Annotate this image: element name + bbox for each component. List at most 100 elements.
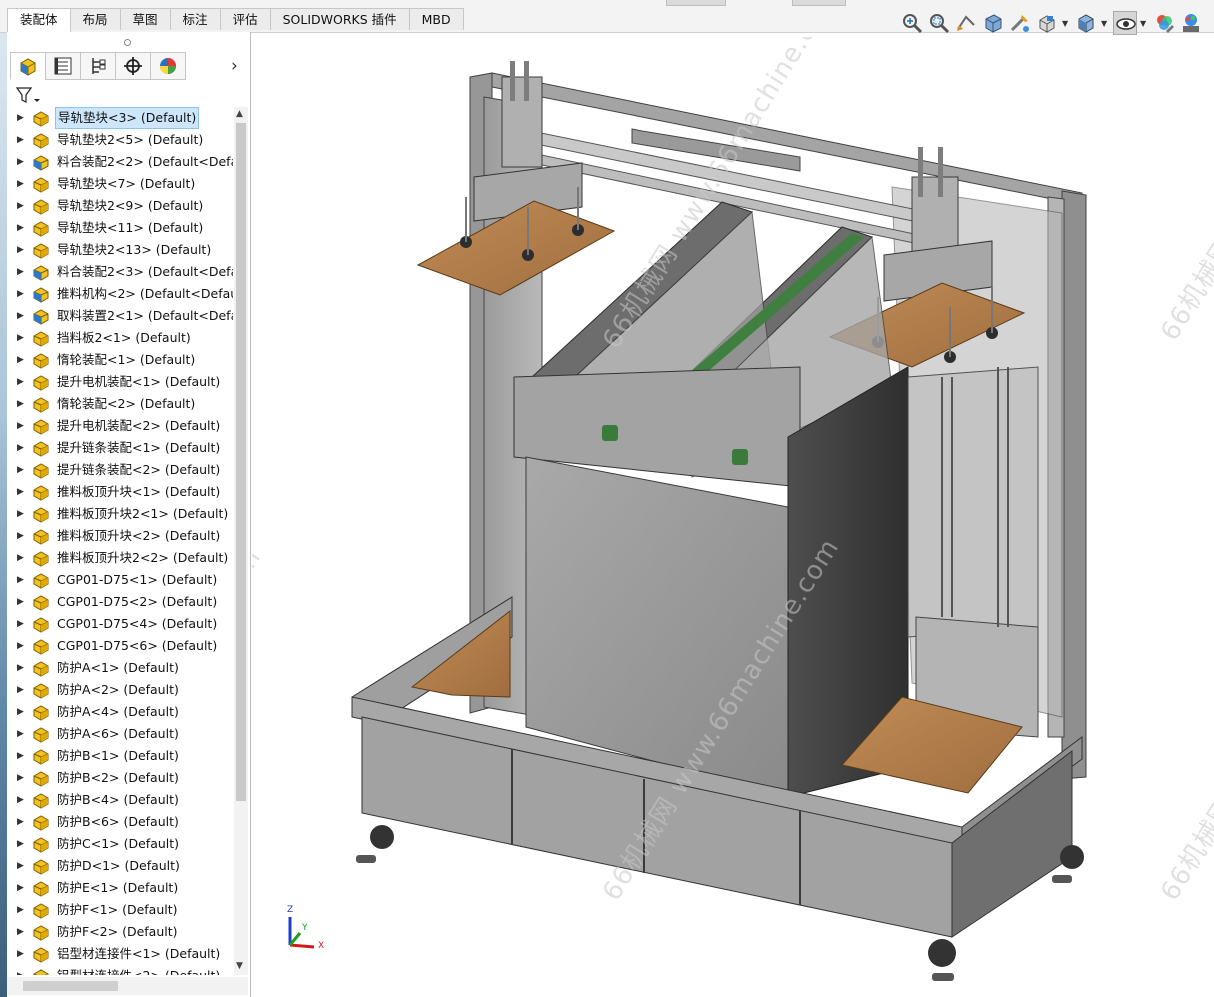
tree-item[interactable]: ▶ 推料板顶升块<1> (Default) <box>7 481 233 503</box>
expand-arrow-icon[interactable]: ▶ <box>17 921 24 943</box>
expand-arrow-icon[interactable]: ▶ <box>17 855 24 877</box>
tree-item[interactable]: ▶ 料合装配2<2> (Default<Defaul <box>7 151 233 173</box>
tree-item[interactable]: ▶ 惰轮装配<2> (Default) <box>7 393 233 415</box>
tree-item[interactable]: ▶ 导轨垫块<7> (Default) <box>7 173 233 195</box>
tree-item[interactable]: ▶ 防护B<2> (Default) <box>7 767 233 789</box>
tree-item[interactable]: ▶ 铝型材连接件<2> (Default) <box>7 965 233 975</box>
tab-3[interactable]: 标注 <box>169 8 221 30</box>
scrollbar-thumb[interactable] <box>236 123 246 801</box>
display-manager-icon[interactable] <box>150 52 186 80</box>
zoom-to-fit-icon[interactable] <box>900 11 924 35</box>
tree-item[interactable]: ▶ 防护A<4> (Default) <box>7 701 233 723</box>
expand-arrow-icon[interactable]: ▶ <box>17 283 24 305</box>
view-orientation-icon[interactable] <box>1035 11 1059 35</box>
expand-arrow-icon[interactable]: ▶ <box>17 899 24 921</box>
expand-arrow-icon[interactable]: ▶ <box>17 833 24 855</box>
expand-arrow-icon[interactable]: ▶ <box>17 173 24 195</box>
scroll-up-icon[interactable]: ▲ <box>236 109 243 119</box>
expand-arrow-icon[interactable]: ▶ <box>17 943 24 965</box>
tree-item[interactable]: ▶ 推料板顶升块2<2> (Default) <box>7 547 233 569</box>
chevron-down-icon[interactable]: ▼ <box>1062 19 1072 28</box>
chevron-right-icon[interactable]: › <box>231 56 238 76</box>
tab-5[interactable]: SOLIDWORKS 插件 <box>269 8 410 30</box>
zoom-to-area-icon[interactable] <box>927 11 951 35</box>
panel-splitter-handle[interactable] <box>124 39 131 46</box>
apply-scene-icon[interactable] <box>1179 11 1203 35</box>
expand-arrow-icon[interactable]: ▶ <box>17 613 24 635</box>
graphics-area[interactable]: 66机械网 www.66machine.com 66机械网 www.66mach… <box>252 37 1214 997</box>
expand-arrow-icon[interactable]: ▶ <box>17 503 24 525</box>
expand-arrow-icon[interactable]: ▶ <box>17 349 24 371</box>
expand-arrow-icon[interactable]: ▶ <box>17 547 24 569</box>
tree-item[interactable]: ▶ 推料机构<2> (Default<Default_ <box>7 283 233 305</box>
tree-item[interactable]: ▶ 导轨垫块2<13> (Default) <box>7 239 233 261</box>
chevron-down-icon[interactable]: ▼ <box>1140 19 1150 28</box>
tree-item[interactable]: ▶ 提升电机装配<2> (Default) <box>7 415 233 437</box>
feature-manager-icon[interactable] <box>10 52 46 80</box>
configuration-manager-icon[interactable] <box>80 52 116 80</box>
tab-4[interactable]: 评估 <box>219 8 271 30</box>
expand-arrow-icon[interactable]: ▶ <box>17 393 24 415</box>
tree-item[interactable]: ▶ 推料板顶升块<2> (Default) <box>7 525 233 547</box>
tree-item[interactable]: ▶ 防护C<1> (Default) <box>7 833 233 855</box>
expand-arrow-icon[interactable]: ▶ <box>17 525 24 547</box>
tree-item[interactable]: ▶ 推料板顶升块2<1> (Default) <box>7 503 233 525</box>
tree-item[interactable]: ▶ 导轨垫块<3> (Default) <box>7 107 233 129</box>
tree-item[interactable]: ▶ 防护A<6> (Default) <box>7 723 233 745</box>
tree-item[interactable]: ▶ 防护A<1> (Default) <box>7 657 233 679</box>
display-style-icon[interactable] <box>1074 11 1098 35</box>
tab-2[interactable]: 草图 <box>119 8 171 30</box>
previous-view-icon[interactable] <box>954 11 978 35</box>
tab-6[interactable]: MBD <box>408 8 464 30</box>
expand-arrow-icon[interactable]: ▶ <box>17 415 24 437</box>
property-manager-icon[interactable] <box>45 52 81 80</box>
expand-arrow-icon[interactable]: ▶ <box>17 261 24 283</box>
tree-item[interactable]: ▶ CGP01-D75<4> (Default) <box>7 613 233 635</box>
tree-item[interactable]: ▶ 防护B<4> (Default) <box>7 789 233 811</box>
dynamic-annotation-icon[interactable] <box>1008 11 1032 35</box>
edit-appearance-icon[interactable] <box>1152 11 1176 35</box>
hide-show-items-icon[interactable] <box>1113 11 1137 35</box>
expand-arrow-icon[interactable]: ▶ <box>17 107 24 129</box>
expand-arrow-icon[interactable]: ▶ <box>17 965 24 975</box>
expand-arrow-icon[interactable]: ▶ <box>17 371 24 393</box>
expand-arrow-icon[interactable]: ▶ <box>17 481 24 503</box>
tree-item[interactable]: ▶ 料合装配2<3> (Default<Defaul <box>7 261 233 283</box>
tree-item[interactable]: ▶ 铝型材连接件<1> (Default) <box>7 943 233 965</box>
expand-arrow-icon[interactable]: ▶ <box>17 129 24 151</box>
tree-item[interactable]: ▶ 导轨垫块<11> (Default) <box>7 217 233 239</box>
tree-item[interactable]: ▶ 导轨垫块2<9> (Default) <box>7 195 233 217</box>
tree-vertical-scrollbar[interactable]: ▲ ▼ <box>234 107 248 975</box>
expand-arrow-icon[interactable]: ▶ <box>17 635 24 657</box>
tree-item[interactable]: ▶ 惰轮装配<1> (Default) <box>7 349 233 371</box>
tree-horizontal-scrollbar[interactable] <box>7 977 248 995</box>
tab-1[interactable]: 布局 <box>69 8 121 30</box>
expand-arrow-icon[interactable]: ▶ <box>17 437 24 459</box>
tree-item[interactable]: ▶ CGP01-D75<1> (Default) <box>7 569 233 591</box>
section-view-icon[interactable] <box>981 11 1005 35</box>
expand-arrow-icon[interactable]: ▶ <box>17 151 24 173</box>
filter-icon[interactable] <box>14 85 42 105</box>
expand-arrow-icon[interactable]: ▶ <box>17 657 24 679</box>
tree-item[interactable]: ▶ CGP01-D75<6> (Default) <box>7 635 233 657</box>
tree-item[interactable]: ▶ 取料装置2<1> (Default<Defaul <box>7 305 233 327</box>
tree-item[interactable]: ▶ 防护F<1> (Default) <box>7 899 233 921</box>
tree-item[interactable]: ▶ 防护D<1> (Default) <box>7 855 233 877</box>
tree-item[interactable]: ▶ 防护B<1> (Default) <box>7 745 233 767</box>
expand-arrow-icon[interactable]: ▶ <box>17 811 24 833</box>
chevron-down-icon[interactable]: ▼ <box>1101 19 1111 28</box>
expand-arrow-icon[interactable]: ▶ <box>17 767 24 789</box>
tree-item[interactable]: ▶ 导轨垫块2<5> (Default) <box>7 129 233 151</box>
expand-arrow-icon[interactable]: ▶ <box>17 745 24 767</box>
dimxpert-manager-icon[interactable] <box>115 52 151 80</box>
expand-arrow-icon[interactable]: ▶ <box>17 789 24 811</box>
tree-item[interactable]: ▶ 提升电机装配<1> (Default) <box>7 371 233 393</box>
expand-arrow-icon[interactable]: ▶ <box>17 327 24 349</box>
machine-model[interactable] <box>252 37 1214 997</box>
tree-item[interactable]: ▶ 挡料板2<1> (Default) <box>7 327 233 349</box>
tree-item[interactable]: ▶ 防护B<6> (Default) <box>7 811 233 833</box>
tree-item[interactable]: ▶ CGP01-D75<2> (Default) <box>7 591 233 613</box>
tree-item[interactable]: ▶ 防护A<2> (Default) <box>7 679 233 701</box>
expand-arrow-icon[interactable]: ▶ <box>17 195 24 217</box>
tree-item[interactable]: ▶ 防护F<2> (Default) <box>7 921 233 943</box>
